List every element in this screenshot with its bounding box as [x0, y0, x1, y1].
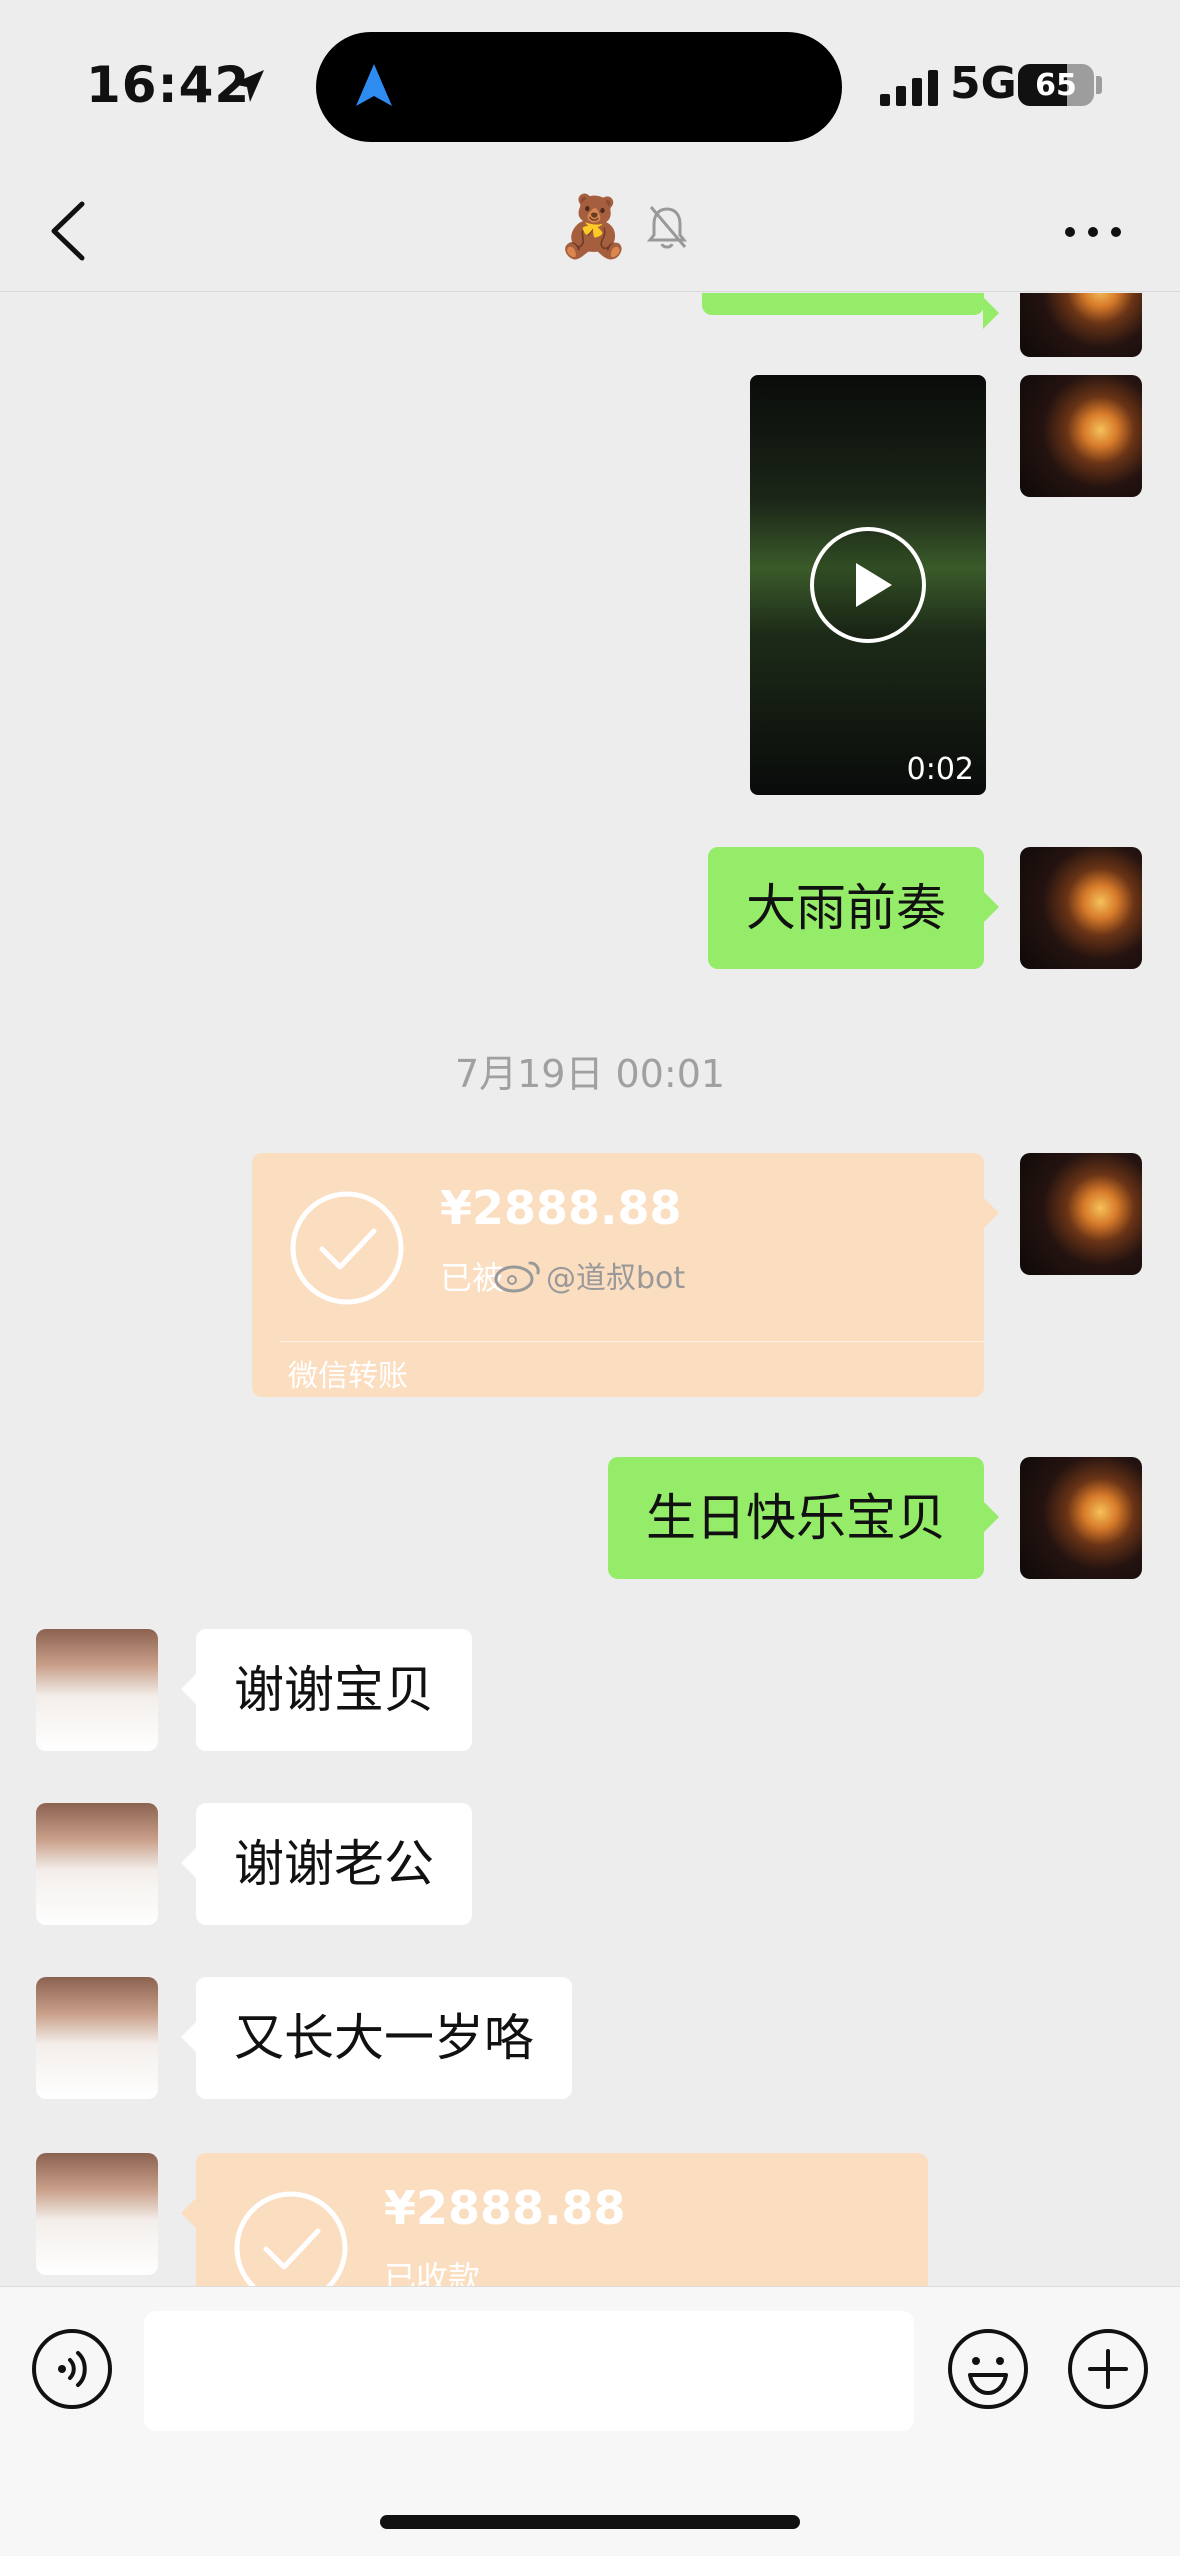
chat-header: 🧸	[0, 170, 1180, 292]
avatar-contact[interactable]	[36, 1803, 158, 1925]
voice-button[interactable]	[30, 2327, 114, 2411]
emoji-button[interactable]	[946, 2327, 1030, 2411]
check-circle-icon	[234, 2191, 348, 2293]
avatar-me[interactable]	[1020, 1457, 1142, 1579]
input-bar	[0, 2286, 1180, 2556]
message-bubble-sent[interactable]: 生日快乐宝贝	[608, 1457, 999, 1579]
battery-percent: 65	[1035, 67, 1077, 103]
plus-button[interactable]	[1066, 2327, 1150, 2411]
message-bubble-partial[interactable]	[702, 293, 999, 329]
chat-timestamp: 7月19日 00:01	[454, 1052, 726, 1096]
message-text: 又长大一岁咯	[234, 2009, 534, 2067]
transfer-label: 微信转账	[288, 1359, 408, 1394]
chat-title-group: 🧸	[556, 192, 689, 262]
transfer-amount: ¥2888.88	[440, 1181, 682, 1235]
watermark: @道叔bot	[492, 1253, 685, 1297]
message-bubble-received[interactable]: 又长大一岁咯	[181, 1977, 572, 2099]
video-duration: 0:02	[906, 752, 974, 787]
location-arrow-icon	[232, 70, 264, 102]
avatar-me[interactable]	[1020, 375, 1142, 497]
battery-cap	[1096, 76, 1102, 94]
network-type: 5G	[950, 58, 1017, 109]
bell-slash-icon	[646, 206, 687, 249]
more-button[interactable]	[1062, 210, 1124, 254]
message-text: 大雨前奏	[746, 879, 946, 937]
transfer-amount: ¥2888.88	[384, 2181, 626, 2235]
message-text: 生日快乐宝贝	[646, 1489, 946, 1547]
battery-icon: 65	[1018, 64, 1094, 106]
chat-title: 🧸	[556, 192, 631, 262]
avatar-contact[interactable]	[36, 2153, 158, 2275]
chat-messages[interactable]: 0:02 大雨前奏 7月19日 00:01 ¥2888.88 已被 微信转账 @…	[0, 293, 1180, 2293]
message-input[interactable]	[144, 2311, 914, 2431]
divider	[280, 1341, 984, 1342]
check-circle-icon	[290, 1191, 404, 1305]
play-icon[interactable]	[808, 525, 928, 645]
message-bubble-sent[interactable]: 大雨前奏	[708, 847, 999, 969]
back-button[interactable]	[44, 198, 94, 264]
avatar-contact[interactable]	[36, 1977, 158, 2099]
transfer-card-received[interactable]: ¥2888.88 已收款	[181, 2153, 928, 2293]
video-message[interactable]: 0:02	[750, 375, 986, 795]
avatar-me[interactable]	[1020, 847, 1142, 969]
status-bar: 16:42 5G 65	[0, 0, 1180, 170]
status-time: 16:42	[86, 56, 251, 114]
signal-icon	[880, 70, 938, 106]
message-text: 谢谢宝贝	[234, 1661, 434, 1719]
home-indicator[interactable]	[380, 2515, 800, 2529]
avatar-me[interactable]	[1020, 293, 1142, 357]
avatar-me[interactable]	[1020, 1153, 1142, 1275]
message-text: 谢谢老公	[234, 1835, 434, 1893]
message-bubble-received[interactable]: 谢谢老公	[181, 1803, 472, 1925]
weibo-icon	[494, 1261, 540, 1293]
navigation-icon	[356, 64, 392, 106]
watermark-text: @道叔bot	[546, 1261, 686, 1296]
message-bubble-received[interactable]: 谢谢宝贝	[181, 1629, 472, 1751]
avatar-contact[interactable]	[36, 1629, 158, 1751]
